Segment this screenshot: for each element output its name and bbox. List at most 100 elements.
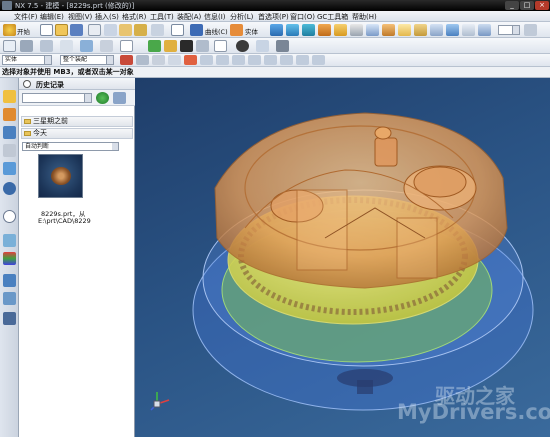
view-options-icon[interactable] [113, 92, 126, 104]
menu-assembly[interactable]: 装配(A) [177, 12, 201, 22]
curve-icon[interactable] [190, 24, 203, 36]
undo-icon[interactable] [88, 24, 101, 36]
snap-point-icon[interactable] [184, 55, 197, 65]
quadrant-icon[interactable] [280, 55, 293, 65]
item-path: E:\prt\CAD\8229 [38, 217, 91, 225]
section-view-icon[interactable] [256, 40, 269, 52]
process-studio-icon[interactable] [3, 252, 16, 265]
new-file-icon[interactable] [40, 24, 53, 36]
rotate-icon[interactable] [60, 40, 73, 52]
group-today[interactable]: 今天 [21, 128, 133, 139]
selection-scope-select[interactable]: 整个装配 [60, 55, 114, 65]
copy-icon[interactable] [119, 24, 132, 36]
menu-tools[interactable]: 工具(T) [150, 12, 174, 22]
menu-format[interactable]: 格式(R) [122, 12, 146, 22]
assembly-navigator-icon[interactable] [3, 90, 16, 103]
pattern-icon[interactable] [430, 24, 443, 36]
system-scenes-icon[interactable] [3, 292, 16, 305]
hole-icon[interactable] [414, 24, 427, 36]
open-folder-icon[interactable] [55, 24, 68, 36]
feature-icon[interactable] [230, 24, 243, 36]
menu-file[interactable]: 文件(F) [14, 12, 38, 22]
midpoint-icon[interactable] [216, 55, 229, 65]
folder-icon [24, 119, 31, 124]
menu-gc-toolkit[interactable]: GC工具箱 [317, 12, 348, 22]
chamfer-icon[interactable] [366, 24, 379, 36]
deselect-all-icon[interactable] [152, 55, 165, 65]
background-icon[interactable] [180, 40, 193, 52]
type-filter-select[interactable]: 实体 [2, 55, 52, 65]
orient-view-icon[interactable] [214, 40, 227, 52]
menu-help[interactable]: 帮助(H) [352, 12, 377, 22]
constraint-navigator-icon[interactable] [3, 108, 16, 121]
intersection-icon[interactable] [248, 55, 261, 65]
zoom-icon[interactable] [20, 40, 33, 52]
fit-view-icon[interactable] [3, 40, 16, 52]
control-point-icon[interactable] [232, 55, 245, 65]
select-all-icon[interactable] [136, 55, 149, 65]
revolve-icon[interactable] [286, 24, 299, 36]
perspective-icon[interactable] [80, 40, 93, 52]
group-three-weeks-ago[interactable]: 三星期之前 [21, 116, 133, 127]
shaded-icon[interactable] [148, 40, 161, 52]
endpoint-icon[interactable] [200, 55, 213, 65]
studio-render-icon[interactable] [236, 40, 249, 52]
maximize-button[interactable]: □ [520, 1, 534, 10]
paste-icon[interactable] [134, 24, 147, 36]
part-thumbnail[interactable] [38, 154, 83, 198]
edit-section-icon[interactable] [276, 40, 289, 52]
history-icon[interactable] [3, 210, 16, 223]
reuse-library-icon[interactable] [3, 144, 16, 157]
wireframe-icon[interactable] [164, 40, 177, 52]
menu-insert[interactable]: 插入(S) [95, 12, 119, 22]
menu-info[interactable]: 信息(I) [204, 12, 226, 22]
start-icon[interactable] [3, 24, 16, 36]
solid-label[interactable]: 实体 [245, 26, 258, 36]
toolbar-options-icon[interactable] [524, 24, 537, 36]
blend-icon[interactable] [350, 24, 363, 36]
menu-edit[interactable]: 编辑(E) [40, 12, 64, 22]
show-hide-icon[interactable] [151, 24, 164, 36]
existing-point-icon[interactable] [296, 55, 309, 65]
system-materials-icon[interactable] [3, 234, 16, 247]
arc-center-icon[interactable] [264, 55, 277, 65]
sketch-icon[interactable] [171, 24, 184, 36]
extrude-icon[interactable] [270, 24, 283, 36]
grid-selector[interactable] [498, 25, 520, 35]
save-icon[interactable] [70, 24, 83, 36]
part-navigator-icon[interactable] [3, 126, 16, 139]
point-on-curve-icon[interactable] [312, 55, 325, 65]
curve-label[interactable]: 曲线(C) [205, 26, 228, 36]
palette-icon[interactable] [3, 312, 16, 325]
history-icon [23, 80, 31, 88]
menu-window[interactable]: 窗口(O) [290, 12, 315, 22]
mirror-icon[interactable] [446, 24, 459, 36]
hd3d-tools-icon[interactable] [3, 162, 16, 175]
menu-view[interactable]: 视图(V) [68, 12, 92, 22]
restore-icon[interactable] [100, 40, 113, 52]
subtract-icon[interactable] [334, 24, 347, 36]
refresh-icon[interactable] [96, 92, 109, 104]
shell-icon[interactable] [382, 24, 395, 36]
menu-preferences[interactable]: 首选项(P) [258, 12, 289, 22]
cut-icon[interactable] [104, 24, 117, 36]
roles-icon[interactable] [3, 274, 16, 287]
datum-csys-icon[interactable] [478, 24, 491, 36]
menu-analysis[interactable]: 分析(L) [230, 12, 253, 22]
sort-select[interactable]: 自动判断 [22, 142, 119, 151]
datum-plane-icon[interactable] [462, 24, 475, 36]
close-button[interactable]: × [535, 1, 549, 10]
layer-settings-icon[interactable] [120, 40, 133, 52]
start-label[interactable]: 开始 [17, 26, 30, 36]
draft-icon[interactable] [398, 24, 411, 36]
general-selection-icon[interactable] [120, 55, 133, 65]
minimize-button[interactable]: _ [505, 1, 519, 10]
feature-filter-icon[interactable] [168, 55, 181, 65]
graphics-window[interactable]: 驱动之家 MyDrivers.com [135, 78, 550, 437]
web-browser-icon[interactable] [3, 182, 16, 195]
history-filter-select[interactable] [22, 93, 92, 103]
hidden-edges-icon[interactable] [196, 40, 209, 52]
unite-icon[interactable] [318, 24, 331, 36]
block-icon[interactable] [302, 24, 315, 36]
pan-icon[interactable] [40, 40, 53, 52]
